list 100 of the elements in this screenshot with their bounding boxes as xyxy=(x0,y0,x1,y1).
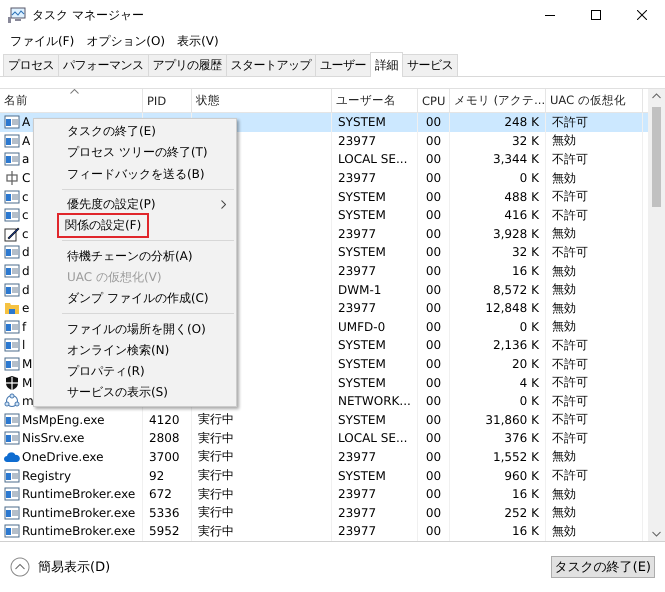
app-window-icon xyxy=(4,318,20,335)
process-name: l xyxy=(22,338,26,352)
app-window-icon xyxy=(4,151,20,168)
table-cell: 960 K xyxy=(504,468,539,483)
table-cell: 00 xyxy=(426,115,442,130)
table-row[interactable]: MsMpEng.exe 4120 実行中 SYSTEM 00 31,860 K 不許可 xyxy=(0,410,648,430)
tab[interactable]: アプリの履歴 xyxy=(148,54,226,76)
table-cell: 不許可 xyxy=(552,336,588,354)
app-window-icon xyxy=(4,504,20,521)
table-row[interactable]: RuntimeBroker.exe 5952 実行中 23977 00 16 K 無効 xyxy=(0,522,648,541)
tab[interactable]: 詳細 xyxy=(370,52,403,77)
menu-item[interactable]: サービスの表示(S) xyxy=(34,382,236,404)
table-cell: SYSTEM xyxy=(338,376,386,390)
table-cell: 無効 xyxy=(552,318,576,336)
table-row[interactable]: RuntimeBroker.exe 5336 実行中 23977 00 252 K 無効 xyxy=(0,503,648,522)
table-row[interactable]: NisSrv.exe 2808 実行中 LOCAL SE... 00 376 K 不許可 xyxy=(0,429,648,448)
tab[interactable]: スタートアップ xyxy=(226,54,316,76)
table-cell: 0 K xyxy=(520,320,539,334)
table-cell: 不許可 xyxy=(552,467,588,484)
monitor-chart-icon xyxy=(8,7,26,23)
table-cell: 実行中 xyxy=(198,467,234,484)
menu-bar-item[interactable]: ファイル(F) xyxy=(4,32,80,50)
menu-item[interactable]: プロセス ツリーの終了(T) xyxy=(34,142,236,164)
process-name: M xyxy=(22,376,32,390)
table-cell: 488 K xyxy=(504,190,539,204)
tab[interactable]: パフォーマンス xyxy=(58,54,148,76)
table-cell: 00 xyxy=(426,152,442,166)
table-cell: 00 xyxy=(426,301,442,316)
table-cell: SYSTEM xyxy=(338,357,386,372)
process-name: e xyxy=(22,301,30,316)
table-row[interactable]: Registry 92 実行中 SYSTEM 00 960 K 不許可 xyxy=(0,466,648,485)
table-cell: 3,344 K xyxy=(492,152,539,166)
app-window-icon xyxy=(4,132,20,149)
table-cell: 00 xyxy=(426,468,442,483)
menu-item[interactable]: 優先度の設定(P) xyxy=(34,194,236,216)
column-header[interactable]: CPU xyxy=(418,89,450,112)
menu-bar-item[interactable]: オプション(O) xyxy=(80,32,172,50)
table-cell: 672 xyxy=(149,487,172,502)
table-cell: 2,136 K xyxy=(492,338,539,352)
table-cell: 20 K xyxy=(512,357,539,372)
menu-item[interactable]: フィードバックを送る(B) xyxy=(34,164,236,185)
menu-item[interactable]: オンライン検索(N) xyxy=(34,340,236,361)
process-name: A xyxy=(22,115,30,130)
table-cell: 無効 xyxy=(552,300,576,317)
process-name: c xyxy=(22,226,29,241)
table-cell: 不許可 xyxy=(552,114,588,131)
table-cell: 23977 xyxy=(338,171,376,186)
table-cell: SYSTEM xyxy=(338,190,386,204)
table-cell: 00 xyxy=(426,134,442,148)
fewer-details-toggle[interactable]: 簡易表示(D) xyxy=(10,557,110,577)
scroll-down-icon[interactable] xyxy=(652,531,661,537)
tab[interactable]: ユーザー xyxy=(315,54,371,76)
table-cell: 8,572 K xyxy=(492,282,539,297)
table-cell: 23977 xyxy=(338,301,376,316)
column-header[interactable]: 名前 xyxy=(0,89,143,112)
table-cell: 1,552 K xyxy=(492,450,539,464)
scroll-up-icon[interactable] xyxy=(652,93,661,99)
column-header[interactable]: メモリ (アクテ... xyxy=(450,89,546,112)
table-row[interactable]: OneDrive.exe 3700 実行中 23977 00 1,552 K 無効 xyxy=(0,448,648,466)
process-name: c xyxy=(22,208,29,222)
process-name: c xyxy=(22,190,29,204)
process-name: RuntimeBroker.exe xyxy=(22,487,136,502)
menu-bar-item[interactable]: 表示(V) xyxy=(171,32,225,50)
column-header[interactable]: UAC の仮想化 xyxy=(546,89,643,112)
table-cell: 0 K xyxy=(520,394,539,408)
tab[interactable]: プロセス xyxy=(3,54,59,76)
table-cell: 00 xyxy=(426,524,442,538)
table-cell: 4120 xyxy=(149,412,180,427)
table-cell: 31,860 K xyxy=(485,412,539,427)
menu-item[interactable]: ファイルの場所を開く(O) xyxy=(34,318,236,340)
menu-item[interactable]: プロパティ(R) xyxy=(34,360,236,382)
menu-item[interactable]: ダンプ ファイルの作成(C) xyxy=(34,288,236,310)
table-cell: 12,848 K xyxy=(485,301,539,316)
table-cell: 2808 xyxy=(149,431,180,446)
app-window-icon xyxy=(4,412,20,428)
end-task-button[interactable]: タスクの終了(E) xyxy=(550,556,655,578)
process-name: a xyxy=(22,152,30,166)
menu-item[interactable]: 待機チェーンの分析(A) xyxy=(34,245,236,267)
table-cell: SYSTEM xyxy=(338,412,386,427)
folder-icon xyxy=(4,300,20,316)
tab[interactable]: サービス xyxy=(402,54,458,76)
table-cell: SYSTEM xyxy=(338,208,386,222)
column-header[interactable]: ユーザー名 xyxy=(332,89,418,112)
process-name: d xyxy=(22,245,30,260)
table-row[interactable]: RuntimeBroker.exe 672 実行中 23977 00 16 K 無効 xyxy=(0,484,648,504)
table-cell: 376 K xyxy=(504,431,539,446)
table-cell: UMFD-0 xyxy=(338,320,386,334)
pen-icon xyxy=(4,226,20,242)
process-name: M xyxy=(22,357,32,372)
table-cell: 不許可 xyxy=(552,374,588,392)
table-cell: 不許可 xyxy=(552,244,588,261)
table-cell: 00 xyxy=(426,226,442,241)
process-name: MsMpEng.exe xyxy=(22,412,104,427)
table-cell: 00 xyxy=(426,506,442,520)
table-cell: 無効 xyxy=(552,281,576,298)
scroll-thumb[interactable] xyxy=(652,107,661,207)
column-header[interactable]: 状態 xyxy=(192,89,332,112)
column-header[interactable]: PID xyxy=(143,89,192,112)
scrollbar[interactable] xyxy=(648,89,665,541)
table-cell: 252 K xyxy=(504,506,539,520)
